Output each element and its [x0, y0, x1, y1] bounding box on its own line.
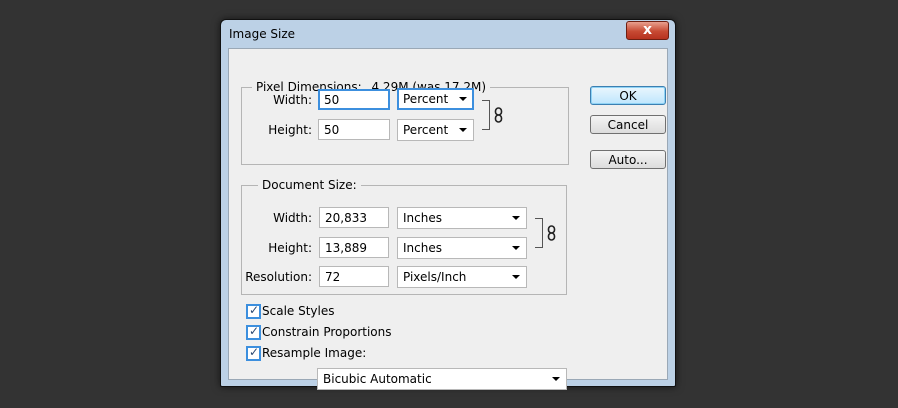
doc-width-label: Width:: [273, 211, 312, 225]
pixel-height-label: Height:: [268, 123, 312, 137]
auto-button[interactable]: Auto...: [590, 150, 666, 169]
chain-link-icon: [547, 225, 556, 241]
doc-width-unit-value: Inches: [403, 211, 442, 225]
resolution-unit-value: Pixels/Inch: [403, 270, 467, 284]
chevron-down-icon: [459, 128, 467, 132]
doc-width-unit-select[interactable]: Inches: [397, 207, 527, 229]
scale-styles-label: Scale Styles: [262, 304, 335, 318]
checkmark-icon: ✓: [249, 345, 260, 359]
resolution-input[interactable]: [319, 266, 389, 287]
pixel-width-unit-value: Percent: [403, 92, 449, 106]
doc-height-label: Height:: [268, 241, 312, 255]
dialog-title: Image Size: [229, 27, 296, 41]
chevron-down-icon: [459, 97, 467, 101]
doc-constrain-bracket: [535, 218, 543, 248]
close-icon: x: [642, 22, 653, 38]
constrain-proportions-label: Constrain Proportions: [262, 325, 392, 339]
chevron-down-icon: [512, 246, 520, 250]
pixel-width-label: Width:: [273, 93, 312, 107]
resolution-unit-select[interactable]: Pixels/Inch: [397, 266, 527, 288]
chevron-down-icon: [512, 216, 520, 220]
resample-image-checkbox[interactable]: ✓: [246, 345, 261, 361]
resample-method-select[interactable]: Bicubic Automatic: [317, 368, 567, 390]
chevron-down-icon: [512, 275, 520, 279]
pixel-height-unit-value: Percent: [403, 123, 449, 137]
constrain-proportions-checkbox[interactable]: ✓: [246, 324, 261, 340]
pixel-constrain-bracket: [482, 100, 490, 130]
doc-height-unit-select[interactable]: Inches: [397, 237, 527, 259]
pixel-height-unit-select[interactable]: Percent: [397, 119, 474, 141]
cancel-button[interactable]: Cancel: [590, 115, 666, 134]
chain-link-icon: [494, 107, 503, 123]
dialog-body: Pixel Dimensions: 4,29M (was 17,2M) Widt…: [228, 48, 668, 390]
scale-styles-checkbox[interactable]: ✓: [246, 303, 261, 319]
image-size-dialog: Image Size x Pixel Dimensions: 4,29M (wa…: [220, 19, 676, 390]
pixel-height-input[interactable]: [318, 119, 390, 140]
resolution-label: Resolution:: [245, 270, 312, 284]
pixel-width-input[interactable]: [318, 89, 390, 110]
title-bar[interactable]: Image Size x: [221, 20, 675, 48]
doc-width-input[interactable]: [319, 207, 389, 228]
doc-height-input[interactable]: [319, 237, 389, 258]
resample-image-label: Resample Image:: [262, 346, 367, 360]
close-button[interactable]: x: [626, 21, 669, 40]
resample-method-value: Bicubic Automatic: [323, 372, 432, 386]
checkmark-icon: ✓: [249, 324, 260, 338]
doc-height-unit-value: Inches: [403, 241, 442, 255]
chevron-down-icon: [552, 377, 560, 381]
pixel-width-unit-select[interactable]: Percent: [397, 88, 474, 110]
checkmark-icon: ✓: [249, 303, 260, 317]
document-size-label: Document Size:: [258, 178, 361, 192]
ok-button[interactable]: OK: [590, 86, 666, 105]
